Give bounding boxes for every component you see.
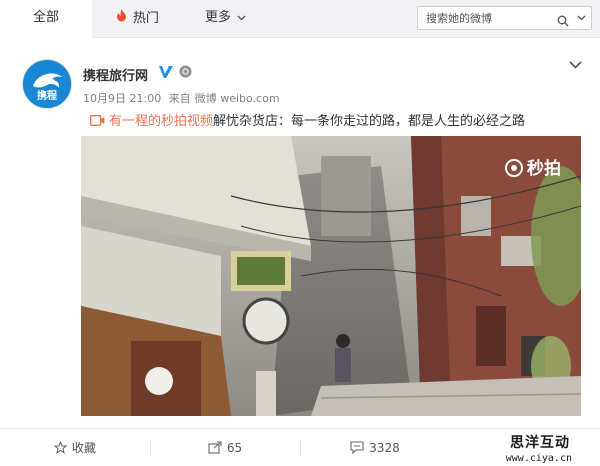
- tab-more-label: 更多: [205, 10, 232, 25]
- tab-hot[interactable]: 热门: [116, 0, 159, 36]
- post-source[interactable]: 微博 weibo.com: [195, 92, 280, 105]
- tab-more[interactable]: 更多: [205, 0, 246, 36]
- video-thumbnail[interactable]: 秒拍: [81, 136, 581, 416]
- forward-icon: [208, 441, 222, 454]
- comment-button[interactable]: 3328: [300, 429, 450, 466]
- avatar[interactable]: 携程: [22, 59, 72, 109]
- medal-icon[interactable]: [179, 65, 192, 78]
- miaopai-overlay: 秒拍: [505, 154, 561, 179]
- chevron-down-icon: [237, 0, 246, 36]
- favorite-button[interactable]: 收藏: [0, 429, 150, 466]
- tab-all[interactable]: 全部: [0, 0, 92, 38]
- comment-count: 3328: [369, 441, 400, 455]
- video-link-icon: [90, 115, 105, 126]
- search-box[interactable]: [417, 6, 592, 30]
- tab-all-label: 全部: [32, 10, 59, 25]
- avatar-label: 携程: [37, 91, 57, 102]
- tab-bar: 全部 热门 更多: [0, 0, 600, 38]
- favorite-label: 收藏: [71, 441, 96, 455]
- tab-hot-label: 热门: [132, 11, 159, 26]
- miaopai-label: 秒拍: [527, 159, 561, 179]
- star-icon: [53, 440, 68, 454]
- watermark-title: 思洋互动: [510, 435, 570, 451]
- forward-count: 65: [226, 441, 243, 455]
- video-link[interactable]: 有一程的秒拍视频: [109, 114, 213, 129]
- camera-icon: [505, 159, 523, 177]
- search-icon[interactable]: [557, 12, 569, 27]
- forward-button[interactable]: 65: [150, 429, 300, 466]
- post-card: 携程 携程旅行网 10月9日 21:00 来自 微博 weibo.com 有一程的…: [0, 38, 600, 466]
- search-dropdown-icon[interactable]: [577, 10, 586, 29]
- post-date[interactable]: 10月9日 21:00: [83, 92, 161, 105]
- source-prefix: 来自: [168, 92, 191, 105]
- fire-icon: [116, 9, 131, 25]
- verified-icon: [159, 66, 173, 78]
- post-text: 有一程的秒拍视频解忧杂货店：每一条你走过的路，都是人生的必经之路: [90, 110, 525, 129]
- post-meta: 10月9日 21:00 来自 微博 weibo.com: [83, 90, 284, 106]
- author-name[interactable]: 携程旅行网: [83, 65, 148, 84]
- comment-icon: [350, 441, 364, 455]
- watermark: 思洋互动 www.ciya.cn: [470, 432, 600, 466]
- search-input[interactable]: [426, 9, 556, 27]
- post-menu-icon[interactable]: [569, 58, 582, 73]
- post-body: 解忧杂货店：每一条你走过的路，都是人生的必经之路: [213, 114, 526, 129]
- watermark-url: www.ciya.cn: [505, 453, 572, 464]
